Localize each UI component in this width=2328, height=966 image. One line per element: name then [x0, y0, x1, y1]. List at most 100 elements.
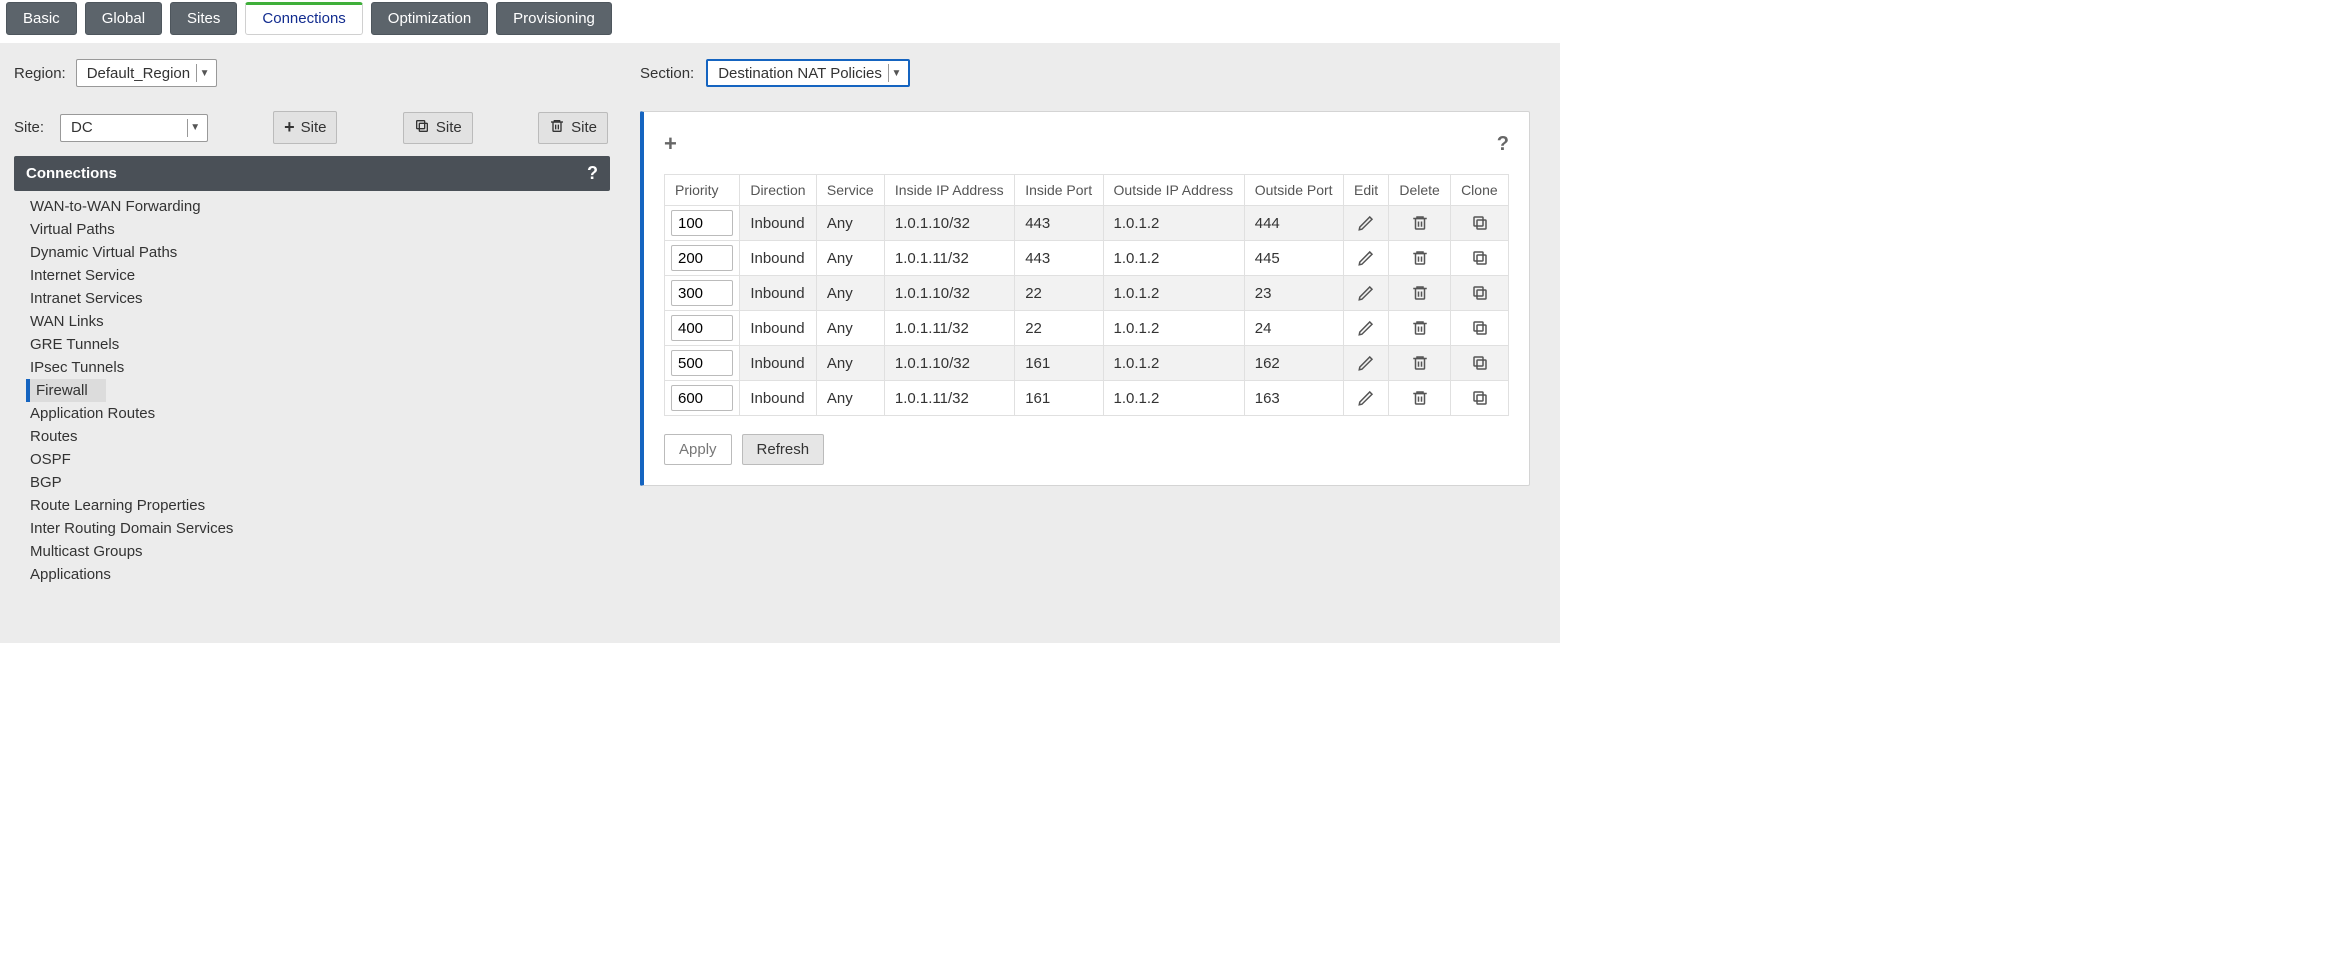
cell-inside-port: 443	[1015, 241, 1103, 276]
col-clone: Clone	[1451, 175, 1509, 206]
nav-item-virtual-paths[interactable]: Virtual Paths	[26, 218, 604, 241]
edit-button[interactable]	[1348, 389, 1384, 407]
section-select[interactable]: Destination NAT Policies ▼	[706, 59, 910, 87]
cell-service: Any	[816, 381, 884, 416]
help-icon[interactable]: ?	[1497, 133, 1509, 156]
clone-button[interactable]	[1455, 354, 1504, 372]
section-value: Destination NAT Policies	[718, 65, 882, 82]
connections-nav: WAN-to-WAN ForwardingVirtual PathsDynami…	[14, 191, 604, 586]
refresh-button[interactable]: Refresh	[742, 434, 825, 465]
nav-item-applications[interactable]: Applications	[26, 563, 604, 586]
chevron-down-icon: ▼	[187, 119, 203, 137]
cell-outside-port: 163	[1244, 381, 1343, 416]
nav-item-routes[interactable]: Routes	[26, 425, 604, 448]
priority-input[interactable]	[671, 350, 733, 376]
cell-inside-port: 161	[1015, 346, 1103, 381]
cell-inside-port: 443	[1015, 206, 1103, 241]
cell-direction: Inbound	[740, 346, 817, 381]
table-row: InboundAny1.0.1.10/32221.0.1.223	[665, 276, 1509, 311]
site-select[interactable]: DC ▼	[60, 114, 208, 142]
tab-sites[interactable]: Sites	[170, 2, 237, 35]
cell-outside-ip: 1.0.1.2	[1103, 381, 1244, 416]
pencil-icon	[1357, 389, 1375, 407]
nav-item-gre-tunnels[interactable]: GRE Tunnels	[26, 333, 604, 356]
clone-button[interactable]	[1455, 284, 1504, 302]
tab-optimization[interactable]: Optimization	[371, 2, 488, 35]
col-direction: Direction	[740, 175, 817, 206]
edit-button[interactable]	[1348, 354, 1384, 372]
region-value: Default_Region	[87, 65, 190, 82]
pencil-icon	[1357, 319, 1375, 337]
chevron-down-icon: ▼	[196, 64, 212, 82]
cell-direction: Inbound	[740, 276, 817, 311]
priority-input[interactable]	[671, 245, 733, 271]
delete-button[interactable]	[1393, 319, 1446, 337]
trash-icon	[549, 118, 565, 138]
cell-outside-ip: 1.0.1.2	[1103, 346, 1244, 381]
nav-item-firewall[interactable]: Firewall	[26, 379, 106, 402]
cell-outside-port: 162	[1244, 346, 1343, 381]
copy-icon	[1471, 284, 1489, 302]
clone-button[interactable]	[1455, 249, 1504, 267]
delete-button[interactable]	[1393, 284, 1446, 302]
delete-button[interactable]	[1393, 249, 1446, 267]
trash-icon	[1411, 249, 1429, 267]
clone-button[interactable]	[1455, 389, 1504, 407]
col-inside-port: Inside Port	[1015, 175, 1103, 206]
tab-provisioning[interactable]: Provisioning	[496, 2, 612, 35]
edit-button[interactable]	[1348, 284, 1384, 302]
nav-item-application-routes[interactable]: Application Routes	[26, 402, 604, 425]
add-site-button[interactable]: + Site	[273, 111, 337, 144]
apply-button[interactable]: Apply	[664, 434, 732, 465]
cell-inside-ip: 1.0.1.10/32	[884, 346, 1014, 381]
connections-panel-header: Connections ?	[14, 156, 610, 191]
nav-item-ospf[interactable]: OSPF	[26, 448, 604, 471]
delete-button[interactable]	[1393, 214, 1446, 232]
clone-site-button[interactable]: Site	[403, 112, 473, 144]
tab-connections[interactable]: Connections	[245, 2, 362, 35]
add-site-label: Site	[301, 119, 327, 136]
nav-item-inter-routing-domain-services[interactable]: Inter Routing Domain Services	[26, 517, 604, 540]
add-policy-button[interactable]: +	[664, 131, 677, 157]
edit-button[interactable]	[1348, 249, 1384, 267]
cell-outside-ip: 1.0.1.2	[1103, 206, 1244, 241]
region-select[interactable]: Default_Region ▼	[76, 59, 217, 87]
nav-item-intranet-services[interactable]: Intranet Services	[26, 287, 604, 310]
nav-item-wan-to-wan-forwarding[interactable]: WAN-to-WAN Forwarding	[26, 195, 604, 218]
cell-outside-ip: 1.0.1.2	[1103, 311, 1244, 346]
nav-item-internet-service[interactable]: Internet Service	[26, 264, 604, 287]
policies-card: + ? PriorityDirectionServiceInside IP Ad…	[640, 111, 1530, 486]
cell-inside-ip: 1.0.1.11/32	[884, 381, 1014, 416]
trash-icon	[1411, 214, 1429, 232]
cell-service: Any	[816, 346, 884, 381]
col-outside-ip-address: Outside IP Address	[1103, 175, 1244, 206]
delete-button[interactable]	[1393, 389, 1446, 407]
edit-button[interactable]	[1348, 214, 1384, 232]
nav-item-route-learning-properties[interactable]: Route Learning Properties	[26, 494, 604, 517]
tab-basic[interactable]: Basic	[6, 2, 77, 35]
edit-button[interactable]	[1348, 319, 1384, 337]
delete-button[interactable]	[1393, 354, 1446, 372]
cell-inside-port: 161	[1015, 381, 1103, 416]
clone-button[interactable]	[1455, 214, 1504, 232]
trash-icon	[1411, 284, 1429, 302]
priority-input[interactable]	[671, 280, 733, 306]
help-icon[interactable]: ?	[587, 163, 598, 184]
plus-icon: +	[284, 117, 295, 138]
nav-item-bgp[interactable]: BGP	[26, 471, 604, 494]
cell-outside-port: 23	[1244, 276, 1343, 311]
priority-input[interactable]	[671, 315, 733, 341]
tab-global[interactable]: Global	[85, 2, 162, 35]
nav-item-wan-links[interactable]: WAN Links	[26, 310, 604, 333]
priority-input[interactable]	[671, 210, 733, 236]
region-label: Region:	[14, 65, 66, 82]
cell-inside-port: 22	[1015, 276, 1103, 311]
nav-item-dynamic-virtual-paths[interactable]: Dynamic Virtual Paths	[26, 241, 604, 264]
priority-input[interactable]	[671, 385, 733, 411]
cell-service: Any	[816, 241, 884, 276]
clone-button[interactable]	[1455, 319, 1504, 337]
copy-icon	[414, 118, 430, 138]
nav-item-multicast-groups[interactable]: Multicast Groups	[26, 540, 604, 563]
delete-site-button[interactable]: Site	[538, 112, 608, 144]
nav-item-ipsec-tunnels[interactable]: IPsec Tunnels	[26, 356, 604, 379]
